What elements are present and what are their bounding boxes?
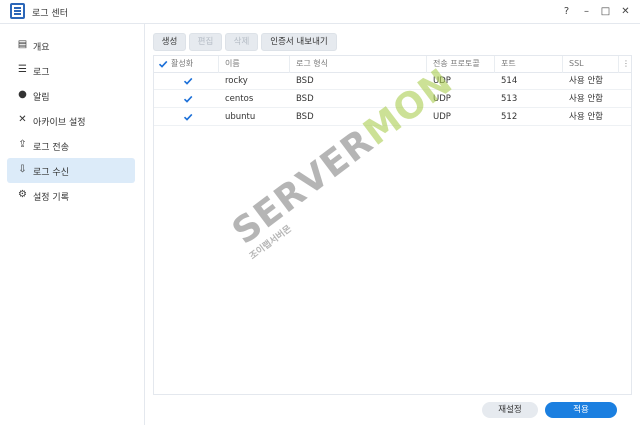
table-row[interactable]: ubuntu BSD UDP 512 사용 안함 (154, 109, 631, 126)
enabled-checkbox-icon[interactable] (183, 76, 193, 86)
notification-icon: ● (18, 89, 27, 100)
cell-format: BSD (296, 94, 314, 104)
sidebar-item-label: 아카이브 설정 (33, 118, 86, 128)
log-send-icon: ⇪ (18, 139, 27, 150)
cell-ssl: 사용 안함 (569, 112, 603, 122)
window-title: 로그 센터 (32, 9, 68, 19)
minimize-icon[interactable]: – (580, 5, 593, 18)
help-icon[interactable]: ? (560, 5, 573, 18)
enabled-checkbox-icon[interactable] (183, 94, 193, 104)
cell-format: BSD (296, 112, 314, 122)
select-all-checkbox-icon[interactable] (158, 59, 168, 69)
sidebar-item-label: 설정 기록 (33, 193, 69, 203)
table-row[interactable]: centos BSD UDP 513 사용 안함 (154, 91, 631, 108)
cell-ssl: 사용 안함 (569, 76, 603, 86)
log-list-icon: ☰ (18, 64, 27, 75)
cell-port: 514 (501, 76, 518, 86)
cell-protocol: UDP (433, 76, 451, 86)
cell-ssl: 사용 안함 (569, 94, 603, 104)
overview-icon: ▤ (17, 39, 28, 50)
archive-settings-icon: ✕ (18, 114, 27, 125)
reset-button[interactable]: 재설정 (482, 402, 538, 418)
sidebar-item-overview[interactable]: ▤ 개요 (7, 33, 135, 58)
sidebar-item-archive-settings[interactable]: ✕ 아카이브 설정 (7, 108, 135, 133)
sidebar-item-settings-history[interactable]: ⚙ 설정 기록 (7, 183, 135, 208)
create-button[interactable]: 생성 (153, 33, 186, 51)
settings-history-icon: ⚙ (18, 189, 27, 200)
cell-port: 513 (501, 94, 518, 104)
header-port[interactable]: 포트 (496, 56, 563, 73)
sidebar: ▤ 개요 ☰ 로그 ● 알림 ✕ 아카이브 설정 ⇪ 로그 전송 ⇩ 로그 수신… (0, 24, 145, 425)
close-icon[interactable]: ✕ (619, 5, 632, 18)
sidebar-item-label: 로그 (33, 68, 50, 78)
log-receive-icon: ⇩ (18, 164, 27, 175)
enabled-checkbox-icon[interactable] (183, 112, 193, 122)
cell-port: 512 (501, 112, 518, 122)
table-header: 활성화 이름 로그 형식 전송 프로토콜 포트 SSL ⋮ (154, 56, 631, 73)
sidebar-item-log-send[interactable]: ⇪ 로그 전송 (7, 133, 135, 158)
column-menu-icon[interactable]: ⋮ (619, 56, 631, 73)
cell-format: BSD (296, 76, 314, 86)
maximize-icon[interactable]: □ (599, 5, 612, 18)
delete-button[interactable]: 삭제 (225, 33, 258, 51)
sidebar-item-log-receive[interactable]: ⇩ 로그 수신 (7, 158, 135, 183)
header-enabled[interactable]: 활성화 (154, 56, 219, 73)
header-protocol[interactable]: 전송 프로토콜 (428, 56, 495, 73)
footer: 재설정 적용 (145, 396, 640, 425)
table-row[interactable]: rocky BSD UDP 514 사용 안함 (154, 73, 631, 90)
header-name[interactable]: 이름 (220, 56, 290, 73)
sidebar-item-notifications[interactable]: ● 알림 (7, 83, 135, 108)
header-format[interactable]: 로그 형식 (291, 56, 427, 73)
log-center-app-icon (10, 3, 25, 19)
sidebar-item-label: 로그 수신 (33, 168, 69, 178)
cell-name: rocky (225, 76, 248, 86)
apply-button[interactable]: 적용 (545, 402, 617, 418)
cell-name: ubuntu (225, 112, 256, 122)
cell-protocol: UDP (433, 94, 451, 104)
log-receive-table: 활성화 이름 로그 형식 전송 프로토콜 포트 SSL ⋮ rocky BSD … (153, 55, 632, 395)
sidebar-item-label: 알림 (33, 93, 50, 103)
title-bar: 로그 센터 ? – □ ✕ (0, 0, 640, 24)
sidebar-item-label: 개요 (33, 43, 50, 53)
sidebar-item-logs[interactable]: ☰ 로그 (7, 58, 135, 83)
cell-protocol: UDP (433, 112, 451, 122)
export-certificate-button[interactable]: 인증서 내보내기 (261, 33, 337, 51)
header-ssl[interactable]: SSL (564, 56, 619, 73)
sidebar-item-label: 로그 전송 (33, 143, 69, 153)
cell-name: centos (225, 94, 254, 104)
edit-button[interactable]: 편집 (189, 33, 222, 51)
